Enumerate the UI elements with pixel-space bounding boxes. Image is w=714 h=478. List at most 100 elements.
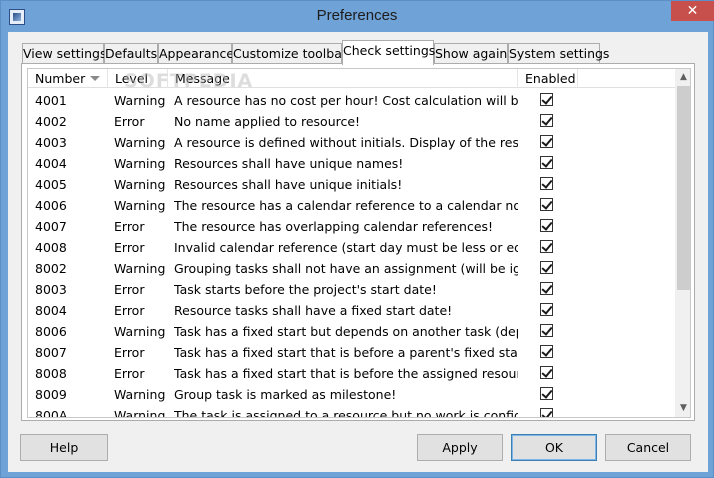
row-message: Task has a fixed start that is before a … xyxy=(174,345,518,360)
sort-descending-icon xyxy=(90,76,100,81)
ok-button[interactable]: OK xyxy=(511,434,597,461)
row-message: Grouping tasks shall not have an assignm… xyxy=(174,261,518,276)
row-level: Error xyxy=(114,282,145,297)
list-row[interactable]: 4002 Error No name applied to resource! xyxy=(28,111,675,132)
tab-customize-toolbar[interactable]: Customize toolbar xyxy=(232,43,347,64)
row-level: Warning xyxy=(114,408,166,418)
list-row[interactable]: 8007 Error Task has a fixed start that i… xyxy=(28,342,675,363)
row-number: 4004 xyxy=(35,156,67,171)
row-number: 4008 xyxy=(35,240,67,255)
tab-show-again[interactable]: Show again xyxy=(434,43,508,64)
help-button[interactable]: Help xyxy=(20,434,108,461)
enabled-checkbox[interactable] xyxy=(540,240,553,253)
enabled-checkbox[interactable] xyxy=(540,177,553,190)
enabled-checkbox[interactable] xyxy=(540,261,553,274)
row-level: Error xyxy=(114,303,145,318)
list-row[interactable]: 800A Warning The task is assigned to a r… xyxy=(28,405,675,418)
enabled-checkbox[interactable] xyxy=(540,366,553,379)
check-settings-list[interactable]: Number Level Message Enabled SOFTPEDIA 4… xyxy=(27,68,691,418)
list-row[interactable]: 4001 Warning A resource has no cost per … xyxy=(28,90,675,111)
row-message: No name applied to resource! xyxy=(174,114,361,129)
scroll-down-arrow-icon[interactable]: ▼ xyxy=(675,400,690,417)
row-level: Warning xyxy=(114,135,166,150)
dialog-client: View settings Defaults Appearance Custom… xyxy=(8,32,708,472)
list-row[interactable]: 8002 Warning Grouping tasks shall not ha… xyxy=(28,258,675,279)
list-row[interactable]: 8004 Error Resource tasks shall have a f… xyxy=(28,300,675,321)
list-row[interactable]: 4008 Error Invalid calendar reference (s… xyxy=(28,237,675,258)
scroll-up-arrow-icon[interactable]: ▲ xyxy=(675,69,690,86)
enabled-checkbox[interactable] xyxy=(540,324,553,337)
enabled-checkbox[interactable] xyxy=(540,114,553,127)
list-row[interactable]: 4005 Warning Resources shall have unique… xyxy=(28,174,675,195)
tab-view-settings[interactable]: View settings xyxy=(22,43,106,64)
row-enabled-cell xyxy=(540,93,560,107)
enabled-checkbox[interactable] xyxy=(540,282,553,295)
row-message: Task starts before the project's start d… xyxy=(174,282,437,297)
apply-button[interactable]: Apply xyxy=(417,434,503,461)
row-message: Resource tasks shall have a fixed start … xyxy=(174,303,453,318)
row-message: Task has a fixed start that is before th… xyxy=(174,366,518,381)
close-button[interactable]: ✕ xyxy=(671,1,714,21)
row-message: Resources shall have unique names! xyxy=(174,156,404,171)
list-row[interactable]: 8006 Warning Task has a fixed start but … xyxy=(28,321,675,342)
column-header-number[interactable]: Number xyxy=(28,69,108,88)
row-number: 8009 xyxy=(35,387,67,402)
row-message: The resource has overlapping calendar re… xyxy=(174,219,494,234)
enabled-checkbox[interactable] xyxy=(540,219,553,232)
enabled-checkbox[interactable] xyxy=(540,345,553,358)
enabled-checkbox[interactable] xyxy=(540,387,553,400)
row-enabled-cell xyxy=(540,135,560,149)
enabled-checkbox[interactable] xyxy=(540,135,553,148)
row-number: 4005 xyxy=(35,177,67,192)
enabled-checkbox[interactable] xyxy=(540,93,553,106)
list-row[interactable]: 8008 Error Task has a fixed start that i… xyxy=(28,363,675,384)
tab-system-settings[interactable]: System settings xyxy=(508,43,609,64)
list-row[interactable]: 8003 Error Task starts before the projec… xyxy=(28,279,675,300)
row-enabled-cell xyxy=(540,324,560,338)
row-level: Warning xyxy=(114,324,166,339)
list-row[interactable]: 8009 Warning Group task is marked as mil… xyxy=(28,384,675,405)
tab-defaults[interactable]: Defaults xyxy=(104,43,158,64)
row-number: 800A xyxy=(35,408,68,418)
row-message: A resource has no cost per hour! Cost ca… xyxy=(174,93,518,108)
scrollbar-thumb[interactable] xyxy=(677,86,690,290)
enabled-checkbox[interactable] xyxy=(540,156,553,169)
row-level: Error xyxy=(114,345,145,360)
row-enabled-cell xyxy=(540,303,560,317)
list-row[interactable]: 4004 Warning Resources shall have unique… xyxy=(28,153,675,174)
list-row[interactable]: 4007 Error The resource has overlapping … xyxy=(28,216,675,237)
row-level: Error xyxy=(114,219,145,234)
column-header-number-label: Number xyxy=(35,71,86,86)
tab-check-settings[interactable]: Check settings xyxy=(342,40,435,65)
enabled-checkbox[interactable] xyxy=(540,198,553,211)
title-bar[interactable]: Preferences ✕ xyxy=(1,1,714,32)
row-enabled-cell xyxy=(540,366,560,380)
softpedia-watermark: SOFTPEDIA xyxy=(124,70,254,92)
row-number: 4002 xyxy=(35,114,67,129)
preferences-window: Preferences ✕ View settings Defaults App… xyxy=(0,0,714,478)
list-row[interactable]: 4006 Warning The resource has a calendar… xyxy=(28,195,675,216)
row-number: 8002 xyxy=(35,261,67,276)
row-level: Warning xyxy=(114,387,166,402)
row-enabled-cell xyxy=(540,345,560,359)
cancel-button[interactable]: Cancel xyxy=(605,434,691,461)
row-enabled-cell xyxy=(540,198,560,212)
vertical-scrollbar[interactable]: ▲ ▼ xyxy=(675,69,690,417)
row-number: 8006 xyxy=(35,324,67,339)
row-message: Task has a fixed start but depends on an… xyxy=(174,324,518,339)
row-enabled-cell xyxy=(540,282,560,296)
list-row[interactable]: 4003 Warning A resource is defined witho… xyxy=(28,132,675,153)
tab-panel: Number Level Message Enabled SOFTPEDIA 4… xyxy=(21,63,695,421)
enabled-checkbox[interactable] xyxy=(540,408,553,417)
row-enabled-cell xyxy=(540,114,560,128)
row-enabled-cell xyxy=(540,261,560,275)
row-number: 8008 xyxy=(35,366,67,381)
row-enabled-cell xyxy=(540,240,560,254)
column-header-enabled[interactable]: Enabled xyxy=(518,69,578,88)
row-enabled-cell xyxy=(540,177,560,191)
enabled-checkbox[interactable] xyxy=(540,303,553,316)
tab-appearance[interactable]: Appearance xyxy=(158,43,234,64)
window-title: Preferences xyxy=(316,7,398,24)
row-level: Warning xyxy=(114,198,166,213)
row-message: The task is assigned to a resource but n… xyxy=(174,408,518,418)
